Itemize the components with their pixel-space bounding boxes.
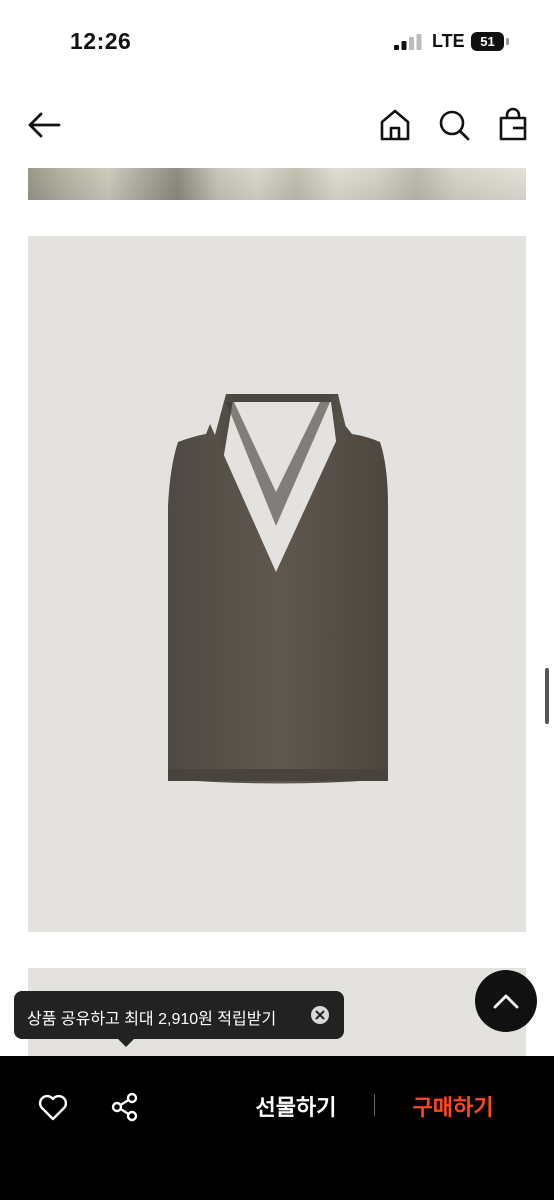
photo-shade [28, 168, 526, 200]
tooltip-arrow [117, 1038, 135, 1047]
scroll-to-top-button[interactable] [475, 970, 537, 1032]
share-reward-tooltip: 상품 공유하고 최대 2,910원 적립받기 [14, 991, 344, 1047]
chevron-up-icon [493, 994, 519, 1009]
home-button[interactable] [377, 107, 413, 143]
product-photo-1 [28, 168, 526, 200]
buy-button[interactable]: 구매하기 [393, 1090, 513, 1126]
network-label: LTE [432, 31, 465, 51]
cart-button[interactable] [495, 107, 531, 143]
status-bar: 12:26 LTE 51 [0, 0, 554, 84]
action-divider [374, 1094, 375, 1116]
share-icon [111, 1092, 138, 1122]
scrollbar[interactable] [545, 668, 549, 724]
gift-button[interactable]: 선물하기 [236, 1090, 356, 1126]
close-circle-icon [315, 1010, 325, 1020]
bottom-action-bar: 선물하기 구매하기 [0, 1056, 554, 1200]
share-button[interactable] [108, 1090, 142, 1124]
tooltip-text: 상품 공유하고 최대 2,910원 적립받기 [27, 1011, 277, 1028]
heart-icon [38, 1094, 68, 1121]
battery-nub [506, 38, 509, 45]
shopping-bag-icon [499, 107, 527, 141]
back-button[interactable] [26, 107, 62, 143]
search-icon [439, 110, 470, 141]
arrow-left-icon [28, 112, 61, 138]
battery-level: 51 [471, 32, 504, 51]
signal-icon [394, 34, 422, 50]
halter-top-image [168, 394, 388, 784]
product-photo-2 [28, 236, 526, 932]
status-time: 12:26 [70, 28, 132, 54]
search-button[interactable] [436, 107, 472, 143]
nav-bar [0, 95, 554, 157]
home-icon [380, 109, 410, 141]
tooltip-close-button[interactable] [311, 1006, 329, 1024]
battery-icon: 51 [471, 32, 509, 51]
like-button[interactable] [36, 1090, 70, 1124]
